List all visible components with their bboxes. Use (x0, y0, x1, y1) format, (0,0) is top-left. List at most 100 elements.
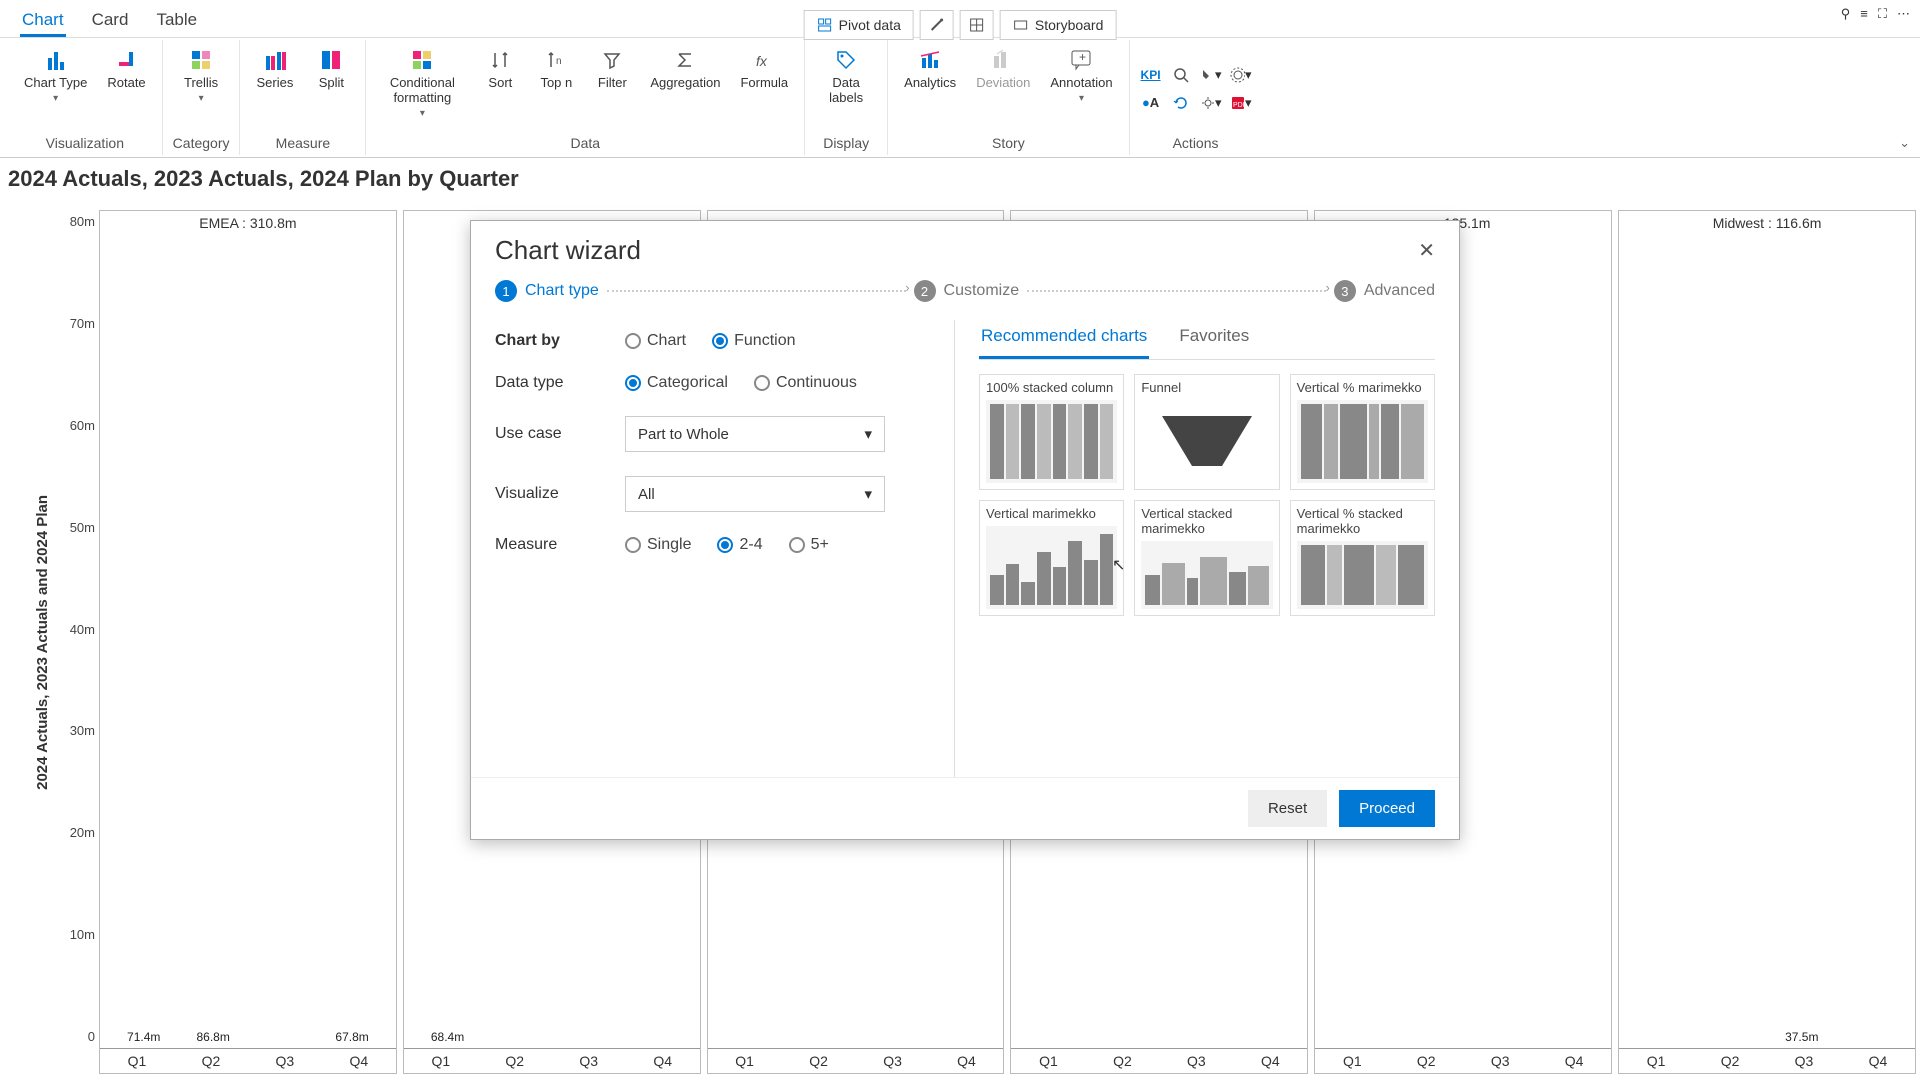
proceed-button[interactable]: Proceed (1339, 790, 1435, 827)
chevron-down-icon: ▾ (864, 425, 872, 443)
gear-action-icon[interactable]: ▾ (1230, 64, 1252, 86)
cond-format-button[interactable]: Conditional formatting ▾ (376, 44, 468, 121)
y-tick: 20m (55, 825, 99, 840)
sigma-icon (671, 46, 699, 74)
x-tick: Q1 (100, 1049, 174, 1073)
trellis-icon (187, 46, 215, 74)
radio-chart[interactable]: Chart (625, 332, 686, 350)
step-2-label[interactable]: Customize (944, 282, 1020, 300)
visualize-select[interactable]: All▾ (625, 476, 885, 512)
x-tick: Q1 (404, 1049, 478, 1073)
search-action-icon[interactable] (1170, 64, 1192, 86)
chevron-down-icon: ▾ (420, 108, 425, 119)
step-1-num: 1 (495, 280, 517, 302)
storyboard-button[interactable]: Storyboard (1000, 10, 1116, 40)
fx-icon: fx (750, 46, 778, 74)
data-label: 67.8m (335, 1030, 368, 1044)
card-vertical-pct-marimekko[interactable]: Vertical % marimekko (1290, 374, 1435, 490)
grid-icon (969, 17, 985, 33)
card-funnel[interactable]: Funnel (1134, 374, 1279, 490)
rotate-button[interactable]: Rotate (101, 44, 151, 93)
refresh-icon[interactable] (1170, 92, 1192, 114)
tab-table[interactable]: Table (154, 6, 199, 37)
x-tick: Q4 (322, 1049, 396, 1073)
trellis-button[interactable]: Trellis ▾ (177, 44, 225, 106)
radio-continuous[interactable]: Continuous (754, 374, 857, 392)
filter-button[interactable]: Filter (588, 44, 636, 93)
settings-action-icon[interactable]: ▾ (1200, 92, 1222, 114)
data-label: 68.4m (431, 1030, 464, 1044)
tab-favorites[interactable]: Favorites (1177, 320, 1251, 359)
reset-button[interactable]: Reset (1248, 790, 1327, 827)
radio-function[interactable]: Function (712, 332, 795, 350)
radio-2-4[interactable]: 2-4 (717, 536, 762, 554)
panel-header: Midwest : 116.6m (1619, 211, 1915, 235)
group-data: Data (376, 133, 794, 151)
radio-single[interactable]: Single (625, 536, 691, 554)
more-icon[interactable]: ⋯ (1897, 6, 1910, 22)
use-case-label: Use case (495, 425, 625, 443)
split-button[interactable]: Split (307, 44, 355, 93)
annotation-icon: + (1067, 46, 1095, 74)
pdf-export-icon[interactable]: PDF▾ (1230, 92, 1252, 114)
step-3-num: 3 (1334, 280, 1356, 302)
x-tick: Q3 (552, 1049, 626, 1073)
radio-5plus[interactable]: 5+ (789, 536, 829, 554)
annotation-button[interactable]: + Annotation ▾ (1044, 44, 1118, 106)
aggregation-button[interactable]: Aggregation (644, 44, 726, 93)
a-button[interactable]: ●A (1140, 92, 1162, 114)
split-icon (317, 46, 345, 74)
chart-wizard-modal: Chart wizard ✕ 1Chart type 2Customize 3A… (470, 220, 1460, 840)
group-story: Story (898, 133, 1118, 151)
expand-icon[interactable]: ⛶ (1878, 6, 1887, 22)
template-button[interactable] (960, 10, 994, 40)
wizard-title: Chart wizard (495, 235, 641, 266)
formula-button[interactable]: fx Formula (734, 44, 794, 93)
chart-by-label: Chart by (495, 332, 625, 350)
tab-chart[interactable]: Chart (20, 6, 66, 37)
step-1-label[interactable]: Chart type (525, 282, 599, 300)
y-axis-label: 2024 Actuals, 2023 Actuals and 2024 Plan (30, 495, 55, 790)
close-icon[interactable]: ✕ (1418, 238, 1435, 263)
step-2-num: 2 (914, 280, 936, 302)
tab-recommended[interactable]: Recommended charts (979, 320, 1149, 359)
y-tick: 10m (55, 927, 99, 942)
paint-action-icon[interactable]: ▾ (1200, 64, 1222, 86)
pivot-data-button[interactable]: Pivot data (804, 10, 914, 40)
card-vertical-marimekko[interactable]: Vertical marimekko (979, 500, 1124, 616)
data-label: 71.4m (127, 1030, 160, 1044)
x-tick: Q2 (1389, 1049, 1463, 1073)
analytics-button[interactable]: Analytics (898, 44, 962, 93)
ribbon-collapse-icon[interactable]: ⌄ (1899, 135, 1910, 151)
chart-title: 2024 Actuals, 2023 Actuals, 2024 Plan by… (0, 158, 1920, 196)
card-vertical-stacked-marimekko[interactable]: Vertical stacked marimekko (1134, 500, 1279, 616)
x-tick: Q1 (1011, 1049, 1085, 1073)
card-vertical-pct-stacked-marimekko[interactable]: Vertical % stacked marimekko (1290, 500, 1435, 616)
step-3-label[interactable]: Advanced (1364, 282, 1435, 300)
wizard-button[interactable] (920, 10, 954, 40)
group-measure: Measure (250, 133, 355, 151)
sort-button[interactable]: Sort (476, 44, 524, 93)
data-labels-button[interactable]: Data labels (815, 44, 877, 108)
topn-button[interactable]: n Top n (532, 44, 580, 93)
chart-type-button[interactable]: Chart Type ▾ (18, 44, 93, 106)
tab-card[interactable]: Card (90, 6, 131, 37)
x-tick: Q4 (1233, 1049, 1307, 1073)
filter-icon[interactable]: ≡ (1860, 6, 1868, 22)
pin-icon[interactable]: ⚲ (1841, 6, 1851, 22)
svg-text:PDF: PDF (1233, 102, 1245, 109)
y-tick: 70m (55, 316, 99, 331)
x-tick: Q4 (1841, 1049, 1915, 1073)
deviation-button[interactable]: Deviation (970, 44, 1036, 93)
data-label: 37.5m (1785, 1030, 1818, 1044)
x-tick: Q2 (782, 1049, 856, 1073)
card-100-stacked-column[interactable]: 100% stacked column (979, 374, 1124, 490)
rotate-icon (113, 46, 141, 74)
radio-categorical[interactable]: Categorical (625, 374, 728, 392)
kpi-button[interactable]: KPI (1140, 64, 1162, 86)
x-tick: Q1 (1619, 1049, 1693, 1073)
use-case-select[interactable]: Part to Whole▾ (625, 416, 885, 452)
topn-icon: n (542, 46, 570, 74)
pivot-icon (817, 17, 833, 33)
series-button[interactable]: Series (250, 44, 299, 93)
